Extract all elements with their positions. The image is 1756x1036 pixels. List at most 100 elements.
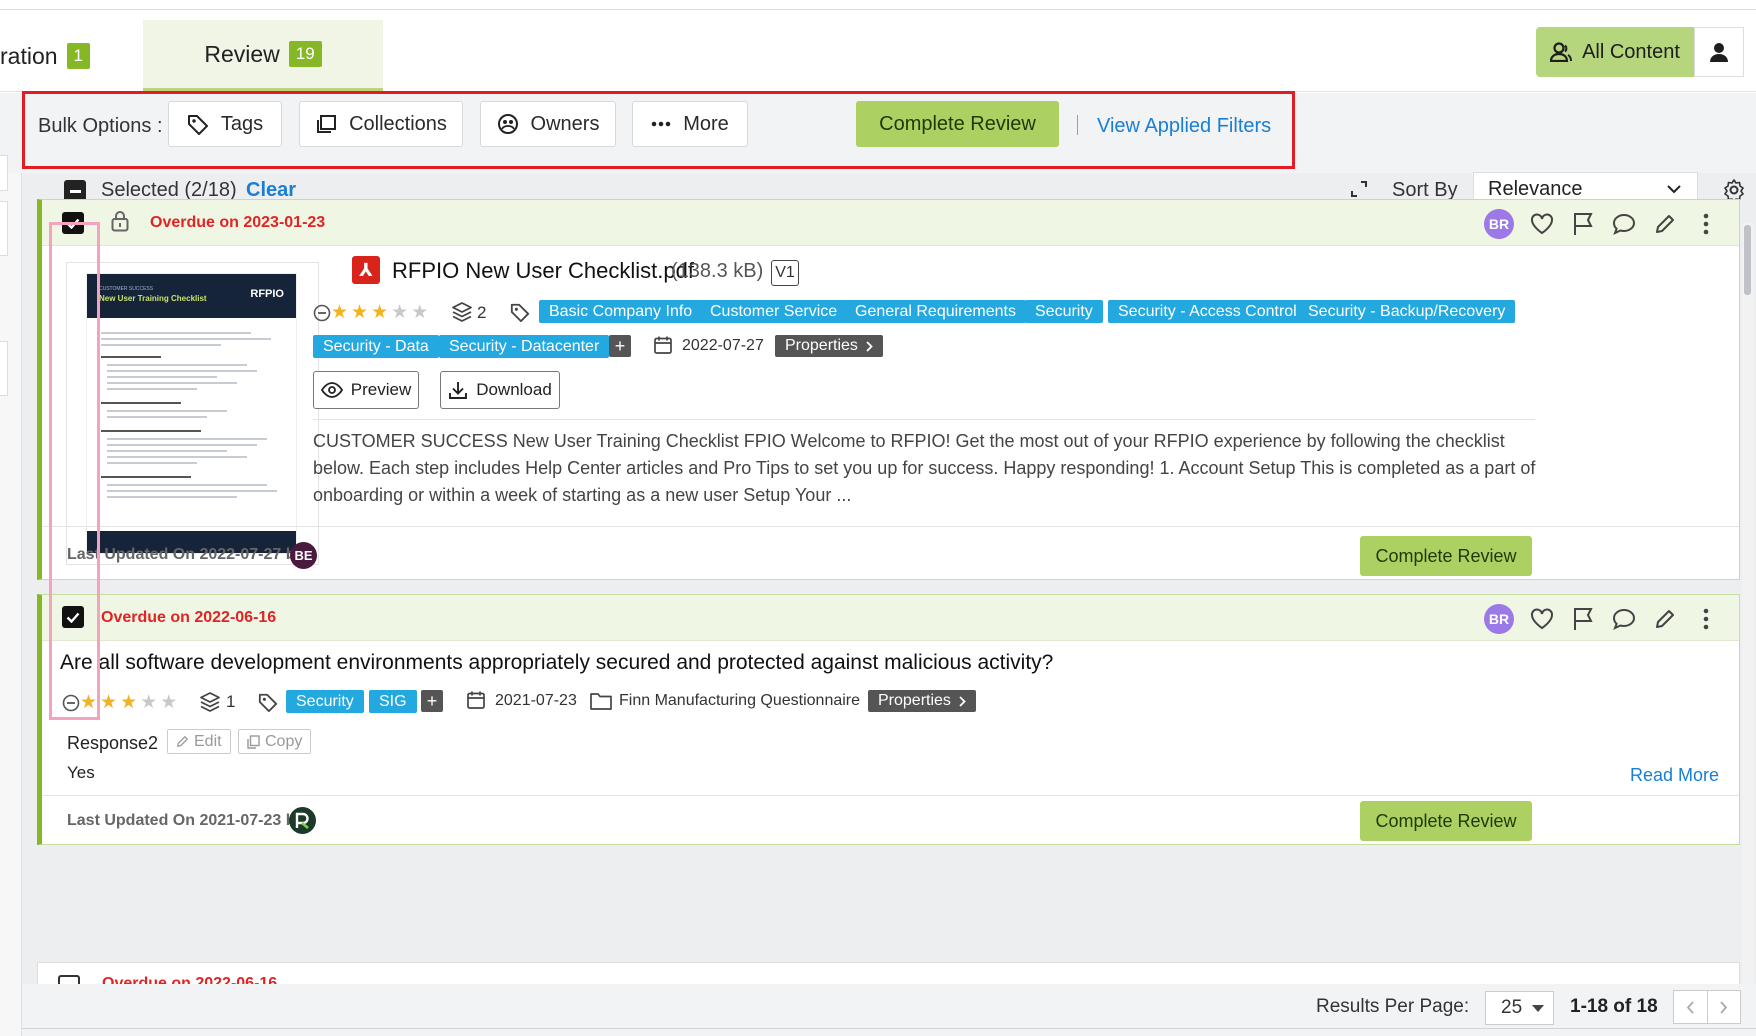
star-icon[interactable]: ★ (120, 691, 137, 714)
card-checkbox[interactable] (62, 212, 84, 234)
star-icon[interactable]: ★ (140, 691, 157, 714)
bulk-owners-button[interactable]: Owners (480, 101, 616, 147)
star-rating[interactable]: ★ ★ ★ ★ ★ (80, 691, 177, 714)
edit-pencil-icon[interactable] (1652, 606, 1678, 632)
content-card-partial: Overdue on 2022-06-16 (37, 962, 1740, 989)
user-profile-button[interactable] (1694, 27, 1744, 77)
updater-avatar[interactable]: BE (290, 542, 317, 569)
edit-response-button[interactable]: Edit (167, 729, 231, 754)
flag-icon[interactable] (1570, 606, 1596, 632)
tab-label: Review (204, 40, 280, 67)
logo-icon (295, 812, 309, 829)
updater-avatar[interactable] (289, 807, 316, 834)
bulk-tags-button[interactable]: Tags (168, 101, 282, 147)
properties-button[interactable]: Properties (868, 690, 976, 712)
preview-button[interactable]: Preview (313, 371, 419, 409)
minus-circle-icon[interactable] (313, 304, 331, 322)
avatar[interactable]: BR (1484, 604, 1514, 634)
star-icon[interactable]: ★ (160, 691, 177, 714)
scrollbar-thumb[interactable] (1744, 225, 1751, 295)
collections-icon (317, 115, 337, 133)
file-size: (138.3 kB) (671, 260, 764, 282)
tag-chip[interactable]: Basic Company Info (539, 300, 703, 323)
next-page-button[interactable] (1706, 991, 1741, 1023)
card-header: Overdue on 2022-06-16 BR (42, 595, 1739, 641)
thumbnail-kicker: CUSTOMER SUCCESS (99, 286, 154, 292)
tag-chip[interactable]: General Requirements (845, 300, 1026, 323)
question-title[interactable]: Are all software development environment… (60, 651, 1053, 675)
heart-icon[interactable] (1529, 606, 1555, 632)
preview-label: Preview (350, 380, 412, 399)
edit-pencil-icon (176, 735, 189, 748)
caret-down-icon (1532, 1004, 1544, 1012)
star-icon[interactable]: ★ (391, 301, 408, 324)
star-icon[interactable]: ★ (411, 301, 428, 324)
per-page-value: 25 (1501, 997, 1523, 1018)
tag-chip[interactable]: Security - Datacenter (439, 335, 610, 358)
response-label: Response2 (67, 733, 159, 753)
tab-label: ration (0, 42, 58, 69)
scrollbar-track[interactable] (1742, 223, 1753, 991)
comment-icon[interactable] (1611, 211, 1637, 237)
more-tags-button[interactable]: + (609, 335, 631, 357)
thumbnail-page: CUSTOMER SUCCESS New User Training Check… (86, 273, 297, 554)
bulk-more-label: More (683, 112, 729, 135)
project-name[interactable]: Finn Manufacturing Questionnaire (619, 692, 860, 710)
document-thumbnail[interactable]: CUSTOMER SUCCESS New User Training Check… (66, 262, 319, 565)
tag-icon (510, 303, 530, 322)
tag-chip[interactable]: Security (1025, 300, 1103, 323)
bulk-collections-button[interactable]: Collections (299, 101, 463, 147)
view-applied-filters-link[interactable]: View Applied Filters (1097, 115, 1271, 138)
left-panel-handle[interactable] (0, 201, 8, 256)
tag-chip[interactable]: Security - Data (313, 335, 439, 358)
file-title[interactable]: RFPIO New User Checklist.pdf (392, 258, 694, 284)
results-per-page-select[interactable]: 25 (1485, 991, 1554, 1025)
download-button[interactable]: Download (440, 371, 560, 409)
all-content-button[interactable]: All Content (1536, 27, 1694, 77)
tag-chip[interactable]: Security - Backup/Recovery (1298, 300, 1516, 323)
heart-icon[interactable] (1529, 211, 1555, 237)
star-rating[interactable]: ★ ★ ★ ★ ★ (331, 301, 428, 324)
bulk-complete-review-button[interactable]: Complete Review (856, 101, 1059, 147)
properties-button[interactable]: Properties (775, 335, 883, 357)
avatar[interactable]: BR (1484, 209, 1514, 239)
card-checkbox[interactable] (62, 606, 84, 628)
more-tags-button[interactable]: + (421, 690, 443, 712)
star-icon[interactable]: ★ (371, 301, 388, 324)
comment-icon[interactable] (1611, 606, 1637, 632)
card-actions: BR (1484, 209, 1719, 239)
edit-pencil-icon[interactable] (1652, 211, 1678, 237)
star-icon[interactable]: ★ (80, 691, 97, 714)
star-icon[interactable]: ★ (100, 691, 117, 714)
left-panel-handle[interactable] (0, 155, 8, 191)
tag-chip[interactable]: Security - Access Control (1108, 300, 1307, 323)
last-updated-text: Last Updated On 2021-07-23 by (67, 812, 305, 829)
card-complete-review-button[interactable]: Complete Review (1360, 801, 1532, 841)
flag-icon[interactable] (1570, 211, 1596, 237)
tag-chip[interactable]: Customer Service (700, 300, 848, 323)
prev-page-button[interactable] (1674, 991, 1707, 1023)
left-panel-handle[interactable] (0, 341, 8, 396)
star-icon[interactable]: ★ (351, 301, 368, 324)
read-more-link[interactable]: Read More (1630, 765, 1719, 786)
tabs-bar: ration 1 Review 19 All Content (0, 10, 1756, 92)
card-complete-review-button[interactable]: Complete Review (1360, 536, 1532, 576)
date-label: 2021-07-23 (495, 692, 577, 709)
copy-response-button[interactable]: Copy (238, 729, 312, 754)
tag-chip[interactable]: SIG (369, 690, 417, 713)
more-dots-icon (651, 121, 671, 127)
tab-review[interactable]: Review 19 (143, 20, 383, 92)
tag-chip[interactable]: Security (286, 690, 364, 713)
expand-icon[interactable] (1351, 181, 1367, 197)
kebab-menu-icon[interactable] (1693, 211, 1719, 237)
chevron-left-icon (1687, 1000, 1694, 1014)
bulk-more-button[interactable]: More (632, 101, 748, 147)
download-label: Download (476, 380, 552, 399)
star-icon[interactable]: ★ (331, 301, 348, 324)
indeterminate-icon (69, 189, 81, 193)
kebab-menu-icon[interactable] (1693, 606, 1719, 632)
bulk-options-label: Bulk Options : (38, 115, 163, 137)
sort-by-value: Relevance (1488, 178, 1583, 200)
minus-circle-icon[interactable] (62, 694, 80, 712)
tab-moderation[interactable]: ration 1 (0, 20, 91, 92)
